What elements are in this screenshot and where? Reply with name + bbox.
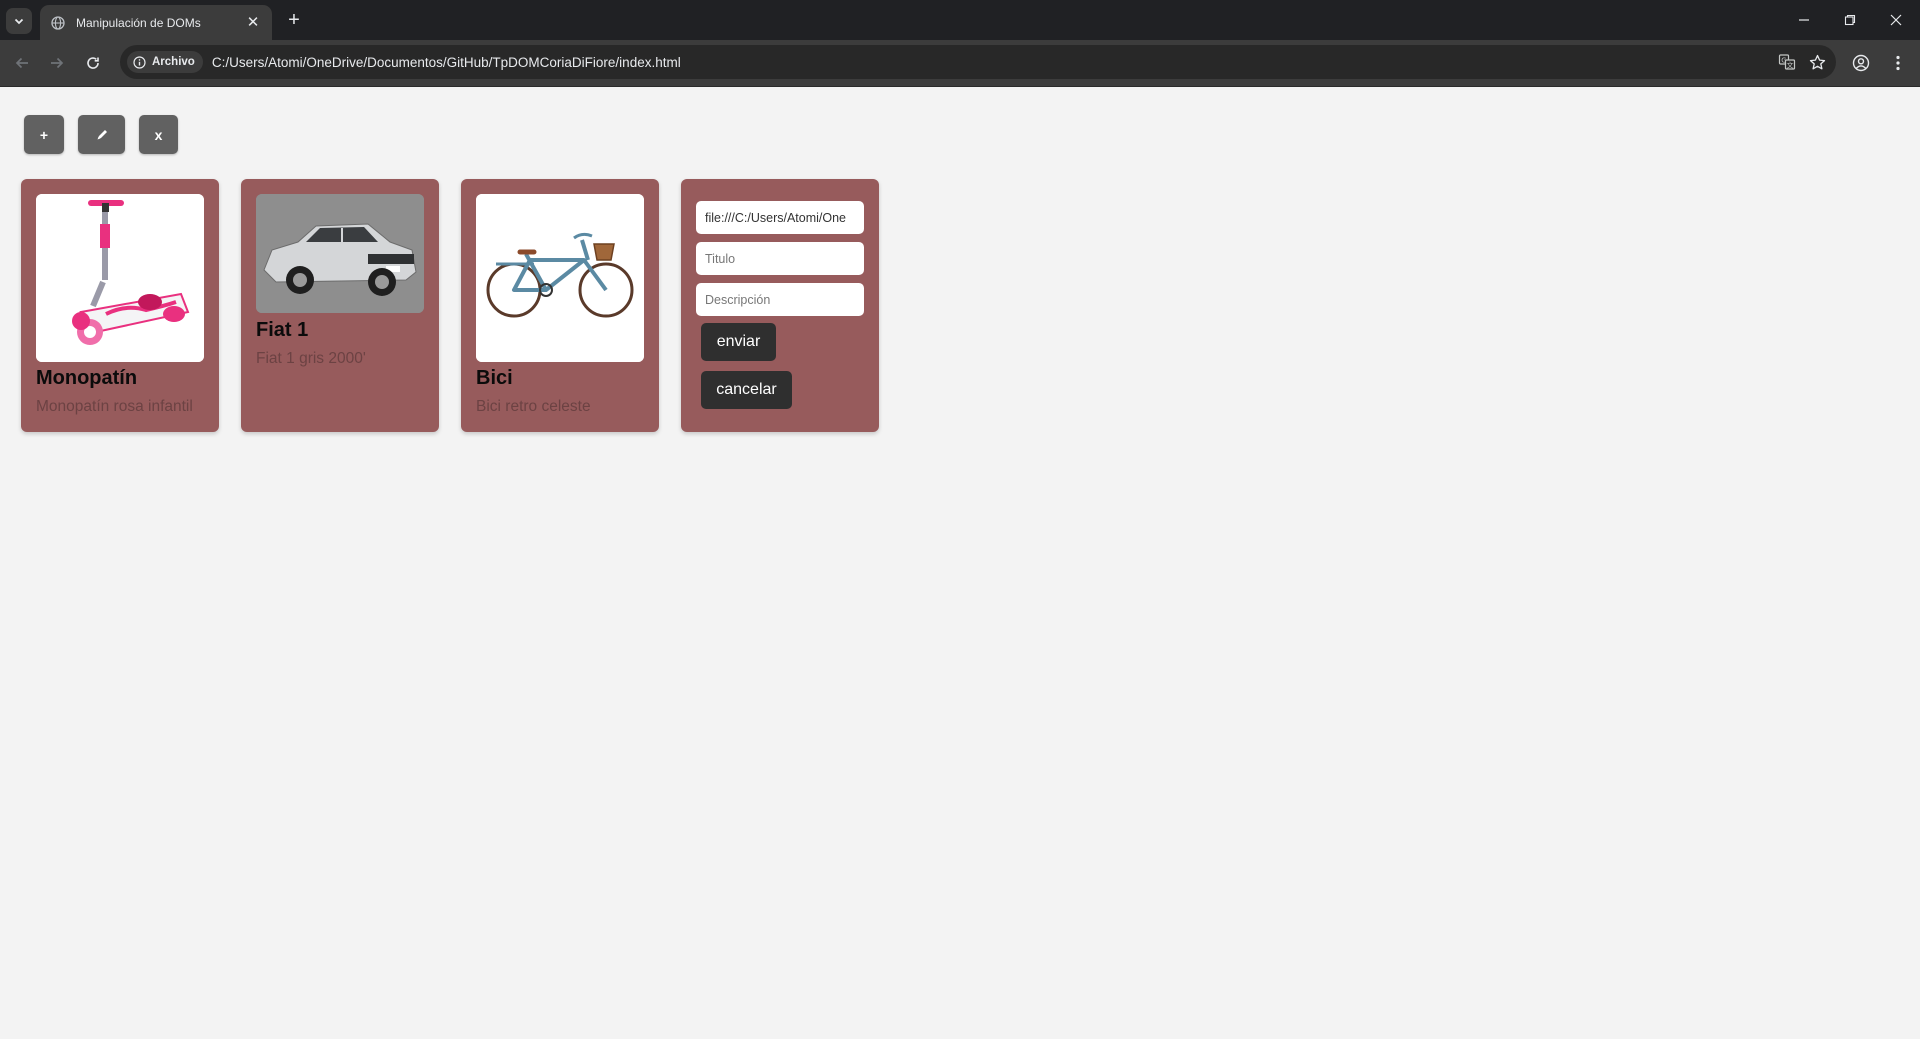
send-button[interactable]: enviar (701, 323, 776, 361)
edit-button[interactable] (78, 115, 125, 154)
card-title: Monopatín (36, 367, 138, 389)
bookmark-star-icon[interactable] (1808, 53, 1826, 71)
bicycle-image (476, 194, 644, 362)
card-description: Bici retro celeste (476, 398, 591, 415)
image-url-input[interactable] (696, 201, 864, 234)
security-chip[interactable]: Archivo (127, 51, 203, 73)
tab-search-button[interactable] (6, 8, 32, 34)
title-input[interactable] (696, 242, 864, 275)
page-content: + x Monopatín Monopatín rosa infantil Fi… (0, 88, 1920, 1039)
card-description: Monopatín rosa infantil (36, 398, 193, 415)
translate-icon[interactable]: G文 (1778, 53, 1796, 71)
back-arrow-icon[interactable] (9, 50, 35, 76)
reload-icon[interactable] (80, 50, 106, 76)
card-description: Fiat 1 gris 2000' (256, 350, 366, 367)
new-tab-button[interactable]: + (282, 9, 306, 33)
more-menu-icon[interactable] (1885, 50, 1911, 76)
chevron-down-icon (14, 18, 24, 25)
svg-text:文: 文 (1787, 60, 1794, 69)
add-button[interactable]: + (24, 115, 64, 154)
description-input[interactable] (696, 283, 864, 316)
globe-icon (50, 15, 66, 31)
browser-title-bar: Manipulación de DOMs ✕ + (0, 0, 1920, 40)
pencil-icon (97, 129, 107, 139)
browser-toolbar: Archivo C:/Users/Atomi/OneDrive/Document… (0, 40, 1920, 87)
profile-icon[interactable] (1848, 50, 1874, 76)
restore-icon[interactable] (1835, 8, 1865, 32)
cancel-button[interactable]: cancelar (701, 371, 792, 409)
tab-title: Manipulación de DOMs (76, 15, 201, 30)
card-title: Fiat 1 (256, 319, 309, 341)
card-title: Bici (476, 367, 513, 389)
product-card[interactable]: Bici Bici retro celeste (461, 179, 659, 432)
url-text[interactable]: C:/Users/Atomi/OneDrive/Documentos/GitHu… (212, 55, 681, 70)
scooter-image (36, 194, 204, 362)
info-icon (133, 55, 147, 69)
product-card[interactable]: Fiat 1 Fiat 1 gris 2000' (241, 179, 439, 432)
window-close-icon[interactable] (1881, 8, 1911, 32)
delete-button[interactable]: x (139, 115, 178, 154)
car-image (256, 194, 424, 313)
minimize-icon[interactable] (1789, 8, 1819, 32)
forward-arrow-icon[interactable] (44, 50, 70, 76)
product-card[interactable]: Monopatín Monopatín rosa infantil (21, 179, 219, 432)
new-item-form-card: enviar cancelar (681, 179, 879, 432)
address-bar[interactable]: Archivo C:/Users/Atomi/OneDrive/Document… (120, 45, 1836, 79)
tab-close-icon[interactable]: ✕ (244, 14, 262, 32)
security-chip-label: Archivo (152, 56, 195, 68)
browser-tab[interactable]: Manipulación de DOMs ✕ (40, 5, 272, 40)
